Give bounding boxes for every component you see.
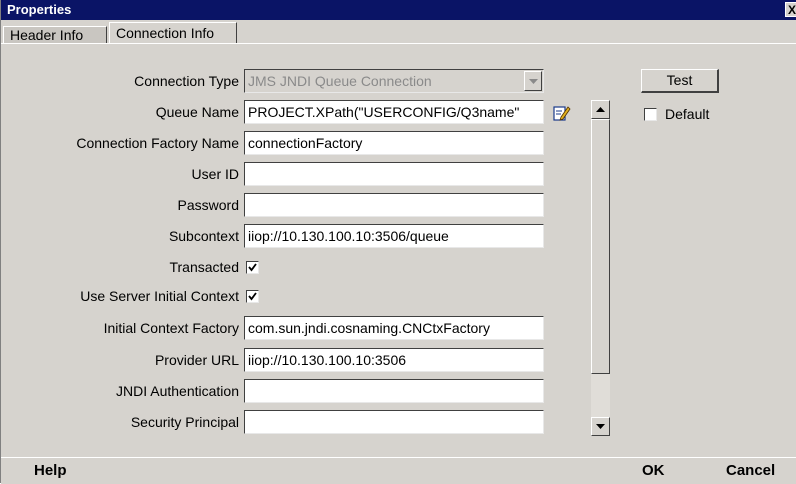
user-id-field[interactable] — [244, 162, 544, 186]
user-id-label: User ID — [191, 166, 239, 182]
initial-context-factory-field[interactable]: com.sun.jndi.cosnaming.CNCtxFactory — [244, 316, 544, 340]
password-field[interactable] — [244, 193, 544, 217]
security-principal-label: Security Principal — [130, 414, 239, 430]
tab-connection-info[interactable]: Connection Info — [109, 22, 237, 44]
help-button[interactable]: Help — [34, 462, 67, 479]
tab-strip: Header Info Connection Info — [1, 20, 796, 44]
row-subcontext: Subcontext iiop://10.130.100.10:3506/que… — [1, 224, 591, 250]
queue-name-label: Queue Name — [155, 104, 239, 120]
row-password: Password — [1, 193, 591, 219]
edit-pencil-icon[interactable] — [553, 104, 571, 122]
row-jndi-authentication: JNDI Authentication — [1, 379, 591, 405]
titlebar: Properties X — [1, 0, 796, 20]
properties-dialog: Properties X Header Info Connection Info… — [0, 0, 796, 484]
ok-button[interactable]: OK — [642, 462, 665, 479]
connection-factory-name-field[interactable]: connectionFactory — [244, 131, 544, 155]
default-label: Default — [665, 106, 710, 122]
row-transacted: Transacted — [1, 255, 591, 281]
close-icon[interactable]: X — [785, 2, 796, 17]
row-provider-url: Provider URL iiop://10.130.100.10:3506 — [1, 348, 591, 374]
window-title: Properties — [7, 2, 72, 17]
jndi-authentication-label: JNDI Authentication — [116, 383, 239, 399]
cancel-button[interactable]: Cancel — [726, 462, 775, 479]
scroll-down-icon[interactable] — [591, 417, 610, 436]
row-connection-factory-name: Connection Factory Name connectionFactor… — [1, 131, 591, 157]
security-principal-field[interactable] — [244, 410, 544, 434]
tab-header-info[interactable]: Header Info — [3, 26, 107, 44]
default-checkbox[interactable] — [644, 108, 657, 121]
use-server-initial-context-label: Use Server Initial Context — [80, 288, 239, 304]
transacted-checkbox[interactable] — [246, 261, 259, 274]
jndi-authentication-field[interactable] — [244, 379, 544, 403]
initial-context-factory-label: Initial Context Factory — [103, 320, 239, 336]
connection-info-panel: Connection Type JMS JNDI Queue Connectio… — [1, 43, 796, 448]
subcontext-label: Subcontext — [168, 228, 239, 244]
provider-url-label: Provider URL — [154, 352, 239, 368]
transacted-label: Transacted — [169, 259, 239, 275]
use-server-initial-context-checkbox[interactable] — [246, 290, 259, 303]
connection-form: Connection Type JMS JNDI Queue Connectio… — [1, 44, 591, 436]
connection-type-value: JMS JNDI Queue Connection — [248, 73, 432, 89]
connection-type-select[interactable]: JMS JNDI Queue Connection — [244, 69, 544, 93]
provider-url-field[interactable]: iiop://10.130.100.10:3506 — [244, 348, 544, 372]
scrollbar-thumb[interactable] — [591, 119, 610, 374]
connection-factory-name-label: Connection Factory Name — [76, 135, 239, 151]
row-user-id: User ID — [1, 162, 591, 188]
password-label: Password — [177, 197, 239, 213]
form-scrollbar[interactable] — [591, 100, 610, 436]
row-connection-type: Connection Type JMS JNDI Queue Connectio… — [1, 69, 591, 95]
test-button[interactable]: Test — [641, 69, 719, 93]
row-security-principal: Security Principal — [1, 410, 591, 436]
chevron-down-icon[interactable] — [524, 71, 542, 91]
row-initial-context-factory: Initial Context Factory com.sun.jndi.cos… — [1, 316, 591, 342]
connection-type-label: Connection Type — [134, 73, 239, 89]
bottom-button-bar: Help OK Cancel — [1, 457, 796, 484]
row-queue-name: Queue Name PROJECT.XPath("USERCONFIG/Q3n… — [1, 100, 591, 126]
row-use-server-initial-context: Use Server Initial Context — [1, 284, 591, 310]
scroll-up-icon[interactable] — [591, 100, 610, 119]
queue-name-field[interactable]: PROJECT.XPath("USERCONFIG/Q3name" — [244, 100, 544, 124]
subcontext-field[interactable]: iiop://10.130.100.10:3506/queue — [244, 224, 544, 248]
